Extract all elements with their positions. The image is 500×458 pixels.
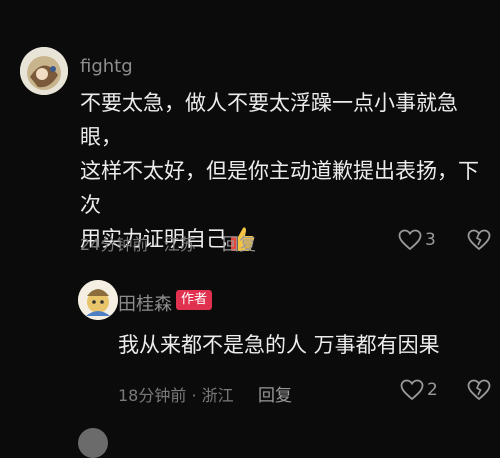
author-badge: 作者 [176, 290, 213, 310]
reply-username[interactable]: 田桂森 [118, 290, 172, 316]
like-button[interactable]: 3 [398, 229, 436, 251]
comment-username[interactable]: fightg [80, 56, 133, 77]
like-button[interactable]: 2 [400, 379, 438, 401]
avatar[interactable] [78, 280, 118, 320]
reply-button[interactable]: 回复 [258, 381, 292, 406]
heart-outline-icon [398, 229, 422, 251]
reply-meta: 18分钟前 · 浙江 [118, 386, 234, 405]
reply-button[interactable]: 回复 [222, 230, 256, 255]
like-count: 2 [427, 380, 438, 400]
dislike-button[interactable] [467, 229, 491, 251]
comment-line: 这样不太好，但是你主动道歉提出表扬，下次 [80, 159, 479, 217]
broken-heart-icon [467, 229, 491, 251]
reply-text: 我从来都不是急的人 万事都有因果 [118, 333, 440, 357]
broken-heart-icon [467, 379, 491, 401]
heart-outline-icon [400, 379, 424, 401]
comment-line: 不要太急，做人不要太浮躁一点小事就急眼， [80, 91, 458, 149]
avatar[interactable] [20, 47, 68, 95]
comment-meta: 24分钟前 · 江苏 [80, 235, 196, 254]
like-count: 3 [425, 230, 436, 250]
dislike-button[interactable] [467, 379, 491, 401]
avatar[interactable] [78, 428, 108, 458]
